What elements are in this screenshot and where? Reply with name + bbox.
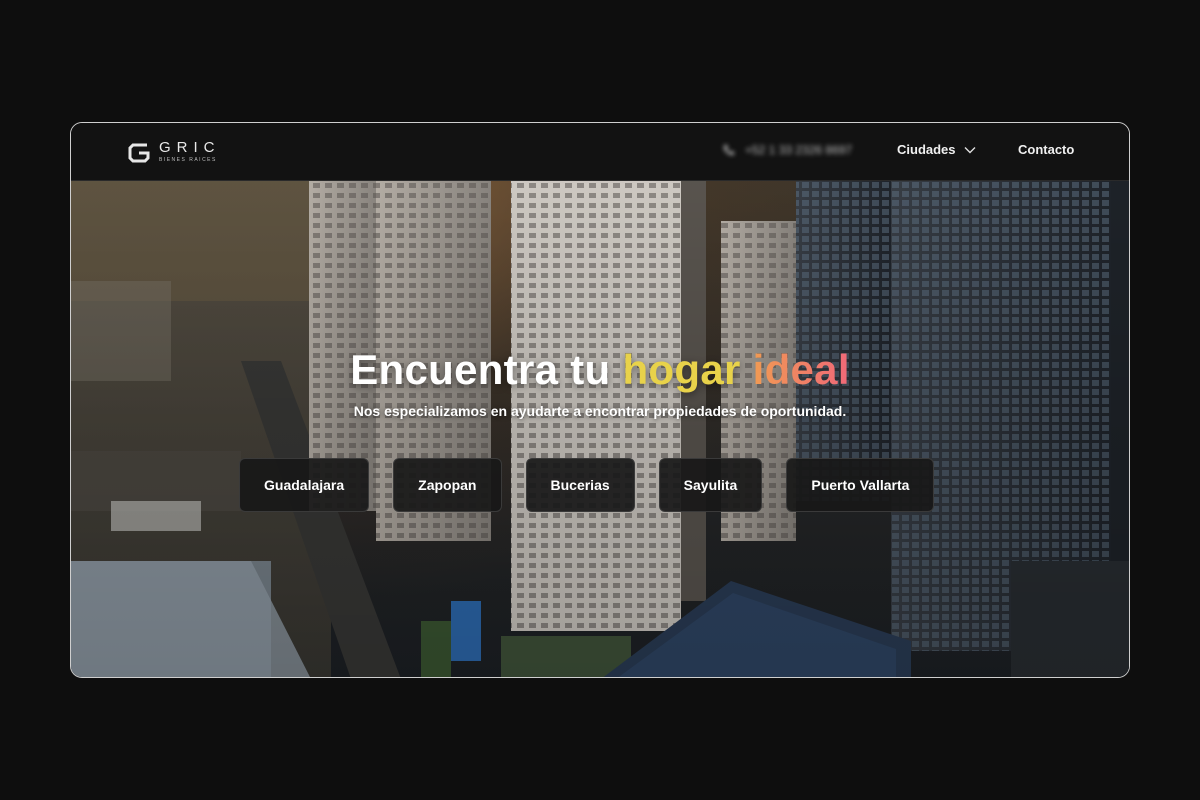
hero-section: Encuentra tu hogar ideal Nos especializa… [71, 181, 1129, 677]
nav-cities-dropdown[interactable]: Ciudades [897, 142, 976, 157]
logo-g-icon [128, 143, 150, 163]
brand-tagline: BIENES RAICES [159, 157, 217, 163]
brand-name: GRIC [159, 139, 221, 156]
browser-frame: GRIC BIENES RAICES +52 1 33 2326 8697 Ci… [70, 122, 1130, 678]
city-button-bucerias[interactable]: Bucerias [525, 458, 635, 512]
city-button-puerto-vallarta[interactable]: Puerto Vallarta [786, 458, 935, 512]
hero-subtitle: Nos especializamos en ayudarte a encontr… [353, 403, 847, 419]
hero-title: Encuentra tu hogar ideal [71, 346, 1129, 394]
chevron-down-icon [964, 146, 976, 153]
hero-title-highlight-ideal: ideal [740, 346, 850, 393]
city-button-zapopan[interactable]: Zapopan [393, 458, 502, 512]
hero-title-highlight-hogar: hogar [622, 346, 741, 393]
logo-text: GRIC BIENES RAICES [159, 140, 221, 164]
nav-cities-label: Ciudades [897, 142, 956, 157]
logo[interactable]: GRIC BIENES RAICES [125, 137, 221, 167]
phone-contact[interactable]: +52 1 33 2326 8697 [723, 143, 852, 157]
phone-icon [724, 145, 734, 155]
top-navbar: GRIC BIENES RAICES +52 1 33 2326 8697 Ci… [71, 123, 1129, 181]
nav-contact-link[interactable]: Contacto [1018, 142, 1074, 157]
phone-number: +52 1 33 2326 8697 [745, 143, 853, 157]
city-buttons: Guadalajara Zapopan Bucerias Sayulita Pu… [239, 458, 935, 512]
city-button-guadalajara[interactable]: Guadalajara [239, 458, 370, 512]
city-button-sayulita[interactable]: Sayulita [658, 458, 763, 512]
hero-overlay [71, 181, 1129, 677]
hero-title-part1: Encuentra tu [350, 346, 623, 393]
